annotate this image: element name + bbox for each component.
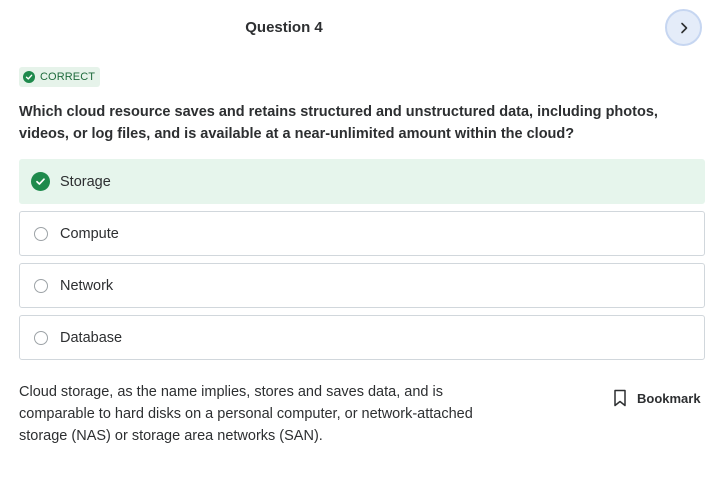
option-label: Storage bbox=[60, 173, 111, 190]
bookmark-icon bbox=[614, 389, 626, 407]
quiz-review-page: Question 4 CORRECT Which cloud resource … bbox=[0, 0, 722, 500]
option-label: Network bbox=[60, 277, 114, 294]
question-text: Which cloud resource saves and retains s… bbox=[19, 104, 658, 142]
next-question-button[interactable] bbox=[665, 9, 702, 46]
bookmark-label: Bookmark bbox=[637, 390, 701, 406]
check-circle-icon bbox=[31, 172, 50, 191]
explanation-text: Cloud storage, as the name implies, stor… bbox=[19, 384, 473, 444]
question-title: Question 4 bbox=[245, 19, 323, 36]
status-badge: CORRECT bbox=[19, 67, 101, 87]
option-label: Database bbox=[60, 329, 123, 346]
answer-option-database[interactable]: Database bbox=[19, 315, 705, 360]
answer-option-compute[interactable]: Compute bbox=[19, 211, 705, 256]
answer-option-network[interactable]: Network bbox=[19, 263, 705, 308]
status-label: CORRECT bbox=[40, 71, 96, 83]
radio-button[interactable] bbox=[34, 278, 48, 293]
bookmark-button[interactable]: Bookmark bbox=[612, 389, 701, 407]
chevron-right-icon bbox=[680, 22, 687, 33]
radio-button[interactable] bbox=[34, 330, 48, 345]
radio-button[interactable] bbox=[34, 226, 48, 241]
option-label: Compute bbox=[60, 225, 119, 242]
check-circle-icon bbox=[23, 71, 35, 83]
answer-option-storage[interactable]: Storage bbox=[19, 159, 705, 204]
